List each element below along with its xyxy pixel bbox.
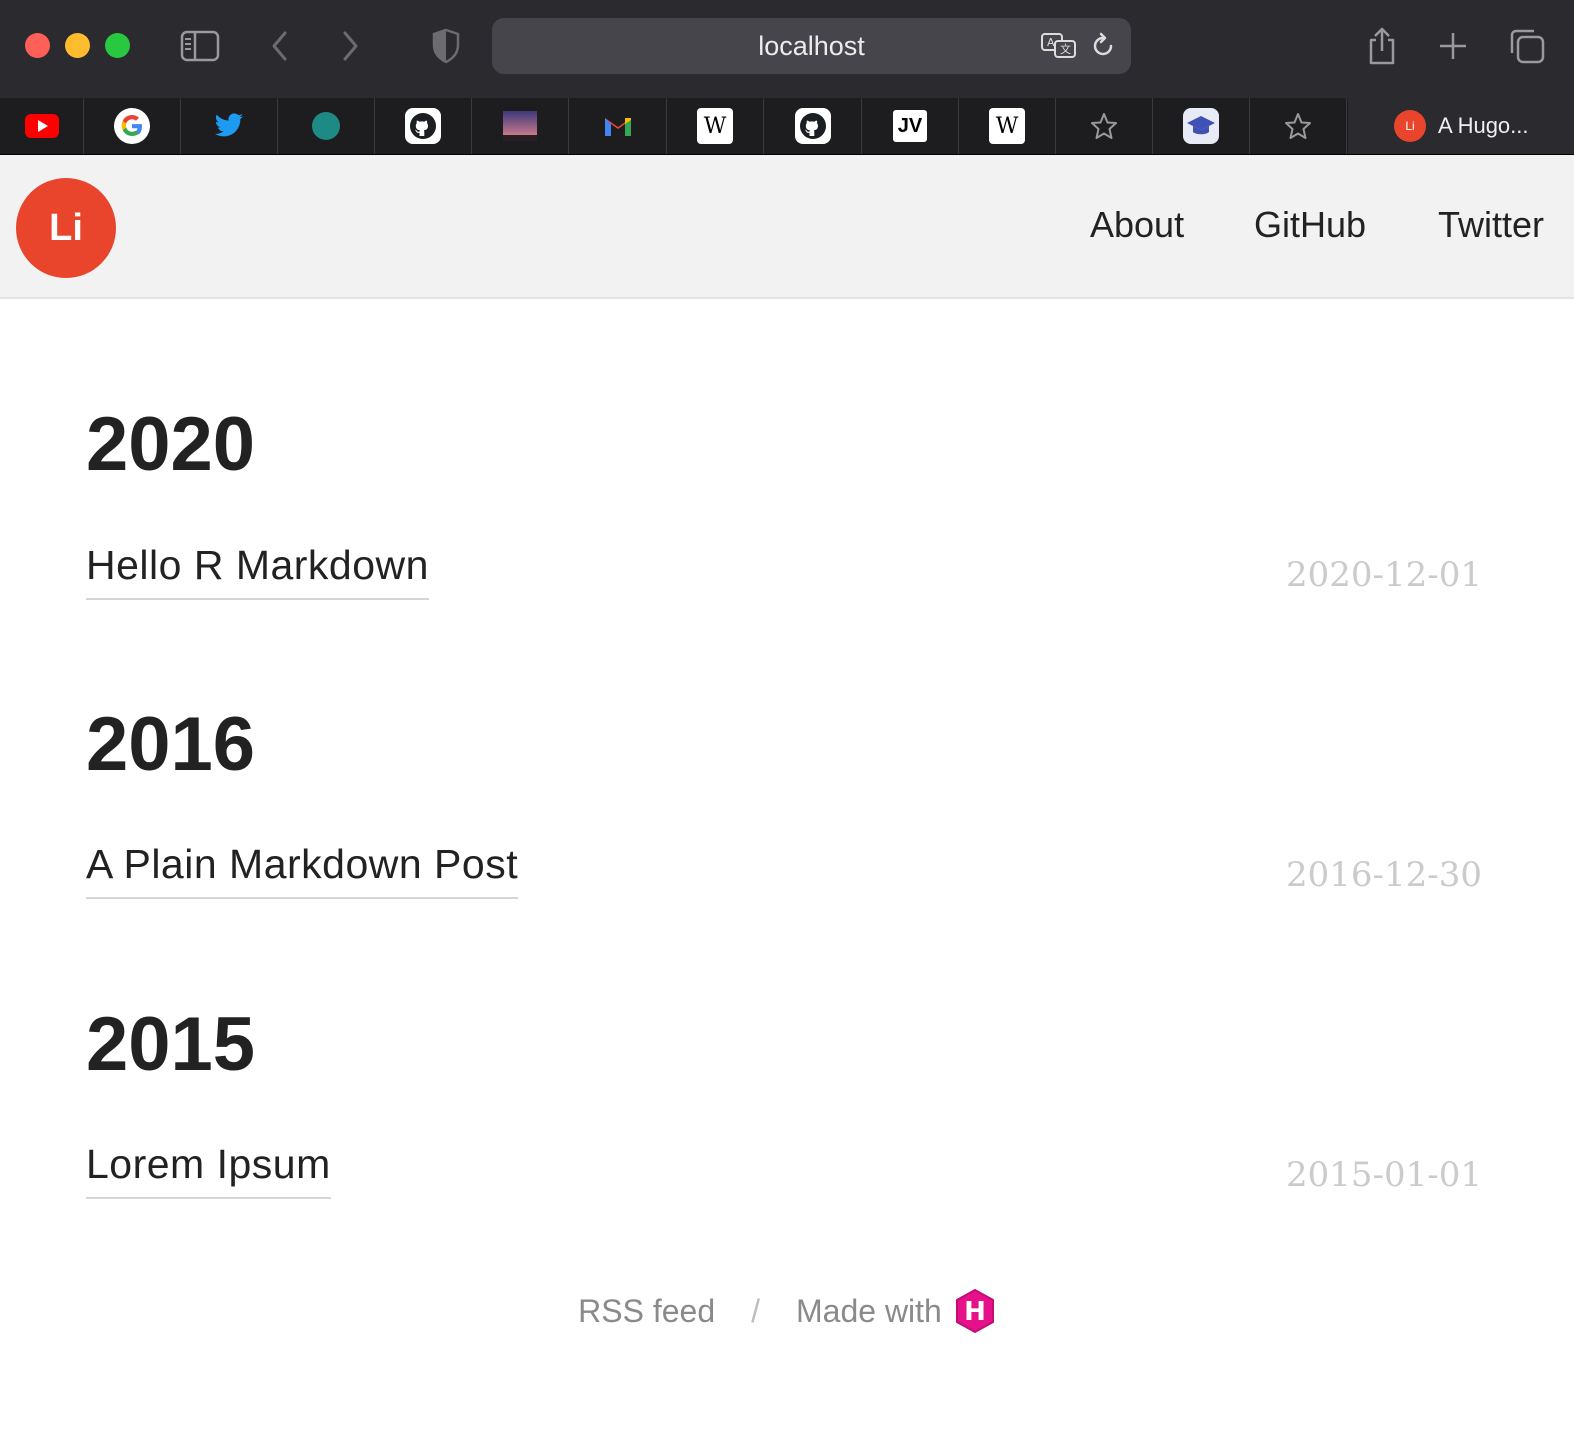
favorite-star[interactable] [1056,98,1153,154]
share-icon[interactable] [1360,24,1404,68]
zoom-window-button[interactable] [105,33,130,58]
wikipedia-icon: W [697,108,733,144]
star-icon [1086,108,1122,144]
svg-text:H: H [964,1297,986,1327]
site-footer: RSS feed / Made with H [0,1286,1574,1336]
google-icon [114,108,150,144]
twitter-bird-icon [211,108,247,144]
back-arrow-icon[interactable] [258,24,302,68]
post-date: 2016-12-30 [1285,855,1482,895]
site-logo[interactable]: Li [16,178,116,278]
post-link[interactable]: Hello R Markdown [86,540,429,600]
favorite-wikipedia-2[interactable]: W [959,98,1056,154]
hugo-logo-icon[interactable]: H [954,1288,996,1334]
favorite-github-2[interactable] [765,98,862,154]
sidebar-toggle-icon[interactable] [178,24,222,68]
address-url[interactable]: localhost [492,18,1131,74]
browser-titlebar: localhost A文 [0,0,1574,98]
favorite-wikipedia[interactable]: W [667,98,764,154]
favorite-photo[interactable] [472,98,569,154]
site-header: Li About GitHub Twitter [0,155,1574,299]
tab-title: A Hugo... [1438,113,1529,138]
close-window-button[interactable] [25,33,50,58]
teal-circle-icon [308,108,344,144]
tab-favicon: Li [1394,110,1426,142]
favorite-gmail[interactable] [570,98,667,154]
star-icon [1280,108,1316,144]
favorite-jv[interactable]: JV [862,98,959,154]
rss-feed-link[interactable]: RSS feed [578,1293,715,1330]
favorite-github[interactable] [375,98,472,154]
favorite-youtube[interactable] [0,98,84,154]
youtube-icon [24,108,60,144]
footer-separator: / [751,1292,760,1329]
graduation-cap-icon [1183,108,1219,144]
nav-twitter-link[interactable]: Twitter [1438,203,1544,247]
github-icon [405,108,441,144]
nav-about-link[interactable]: About [1090,203,1184,247]
forward-arrow-icon[interactable] [328,24,372,68]
tab-overview-icon[interactable] [1505,24,1549,68]
active-tab[interactable]: Li A Hugo... [1348,98,1574,154]
translate-icon[interactable]: A文 [1040,28,1078,64]
archive-year-heading: 2015 [86,1002,256,1087]
new-tab-plus-icon[interactable] [1431,24,1475,68]
favorite-twitter[interactable] [181,98,278,154]
favorite-education[interactable] [1153,98,1250,154]
svg-text:W: W [704,114,727,138]
favorite-star-2[interactable] [1250,98,1347,154]
privacy-shield-icon[interactable] [424,24,468,68]
favorite-teal-circle[interactable] [278,98,375,154]
archive-year-heading: 2020 [86,402,256,487]
github-icon [795,108,831,144]
jv-icon: JV [893,110,927,142]
reload-icon[interactable] [1084,28,1122,64]
minimize-window-button[interactable] [65,33,90,58]
favorites-bar: W JV W Li A Hugo... [0,98,1574,155]
gmail-icon [600,108,636,144]
svg-text:文: 文 [1060,42,1071,56]
post-date: 2015-01-01 [1285,1155,1482,1195]
wikipedia-icon: W [989,108,1025,144]
svg-text:W: W [996,114,1019,138]
made-with-text: Made with [796,1292,942,1329]
svg-text:A: A [1047,36,1055,49]
nav-github-link[interactable]: GitHub [1254,203,1366,247]
photo-thumbnail-icon [502,108,538,144]
post-date: 2020-12-01 [1285,555,1482,595]
archive-year-heading: 2016 [86,702,256,787]
post-link[interactable]: A Plain Markdown Post [86,839,519,899]
address-bar[interactable]: localhost A文 [492,18,1131,74]
favorite-google[interactable] [84,98,181,154]
post-link[interactable]: Lorem Ipsum [86,1139,331,1199]
